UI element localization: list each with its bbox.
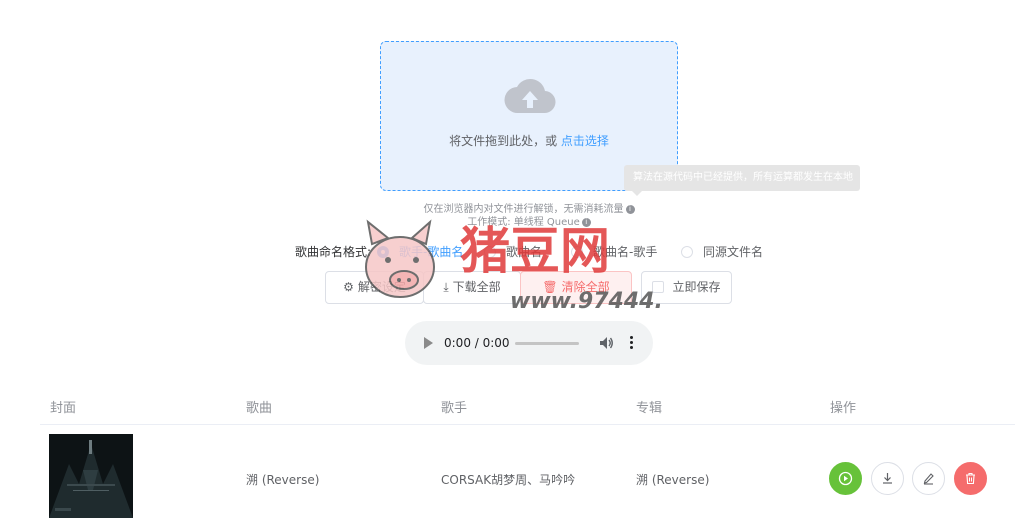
download-icon: ⤓ xyxy=(443,280,449,294)
column-header-song: 歌曲 xyxy=(246,401,273,416)
audio-player: 0:00 / 0:00 xyxy=(405,321,653,365)
radio-same-source[interactable]: 同源文件名 xyxy=(681,243,763,260)
album-cover xyxy=(49,434,133,518)
tooltip-arrow xyxy=(632,191,642,196)
artist-name: CORSAK胡梦周、马吟吟 xyxy=(441,473,576,487)
radio-song[interactable]: 歌曲名 xyxy=(484,243,542,260)
radio-dot xyxy=(571,246,583,258)
naming-format-label: 歌曲命名格式: xyxy=(295,245,372,259)
upload-cloud-icon xyxy=(504,78,556,114)
radio-dot xyxy=(681,246,693,258)
dropzone-instruction: 将文件拖到此处，或 xyxy=(449,134,561,148)
album-name: 溯 (Reverse) xyxy=(636,473,710,487)
play-button[interactable] xyxy=(829,462,862,495)
trash-icon xyxy=(966,472,975,485)
column-header-cover: 封面 xyxy=(50,401,77,416)
watermark-logo: 猪豆网 www.97444.cn xyxy=(365,219,692,314)
radio-label: 同源文件名 xyxy=(703,245,764,259)
save-now-checkbox-button[interactable]: 立即保存 xyxy=(641,271,732,304)
radio-label: 歌手-歌曲名 xyxy=(399,245,464,259)
hint-line-2: 工作模式: 单线程 Queue i xyxy=(380,213,678,228)
play-icon[interactable] xyxy=(424,337,433,349)
button-label: 解密设定 xyxy=(357,280,406,294)
button-label: 立即保存 xyxy=(672,280,721,294)
radio-song-artist[interactable]: 歌曲名-歌手 xyxy=(571,243,657,260)
radio-label: 歌曲名-歌手 xyxy=(593,245,658,259)
volume-icon[interactable] xyxy=(598,335,614,351)
watermark: 猪豆网 www.97444.cn xyxy=(360,212,692,322)
more-options-icon[interactable] xyxy=(628,335,634,351)
column-header-actions: 操作 xyxy=(830,401,857,416)
decrypt-settings-button[interactable]: ⚙ 解密设定 xyxy=(325,271,424,304)
download-button[interactable] xyxy=(871,462,904,495)
edit-button[interactable] xyxy=(912,462,945,495)
dropzone-text: 将文件拖到此处，或 点击选择 xyxy=(381,132,677,149)
radio-dot xyxy=(377,246,389,258)
radio-label: 歌曲名 xyxy=(506,245,543,259)
button-label: 清除全部 xyxy=(561,280,610,294)
info-icon[interactable]: i xyxy=(581,218,591,227)
column-header-artist: 歌手 xyxy=(441,401,468,416)
checkbox[interactable] xyxy=(652,281,665,293)
radio-artist-song[interactable]: 歌手-歌曲名 xyxy=(377,243,463,260)
clear-all-button[interactable]: 🗑 清除全部 xyxy=(520,271,632,304)
table-divider xyxy=(40,424,1015,425)
hint-text-2: 工作模式: 单线程 Queue xyxy=(467,217,580,228)
song-title: 溯 (Reverse) xyxy=(246,473,320,487)
audio-time: 0:00 / 0:00 xyxy=(444,336,510,350)
radio-dot xyxy=(484,246,496,258)
audio-progress-bar[interactable] xyxy=(515,342,579,345)
download-all-button[interactable]: ⤓ 下载全部 xyxy=(423,271,521,304)
play-circle-icon xyxy=(838,471,853,486)
delete-button[interactable] xyxy=(954,462,987,495)
button-label: 下载全部 xyxy=(452,280,501,294)
gear-icon: ⚙ xyxy=(343,280,354,294)
download-icon xyxy=(883,473,892,484)
trash-icon: 🗑 xyxy=(542,280,558,294)
column-header-album: 专辑 xyxy=(636,401,663,416)
select-file-link[interactable]: 点击选择 xyxy=(561,134,609,148)
info-tooltip: 算法在源代码中已经提供，所有运算都发生在本地 xyxy=(624,165,860,191)
edit-icon xyxy=(923,473,934,485)
